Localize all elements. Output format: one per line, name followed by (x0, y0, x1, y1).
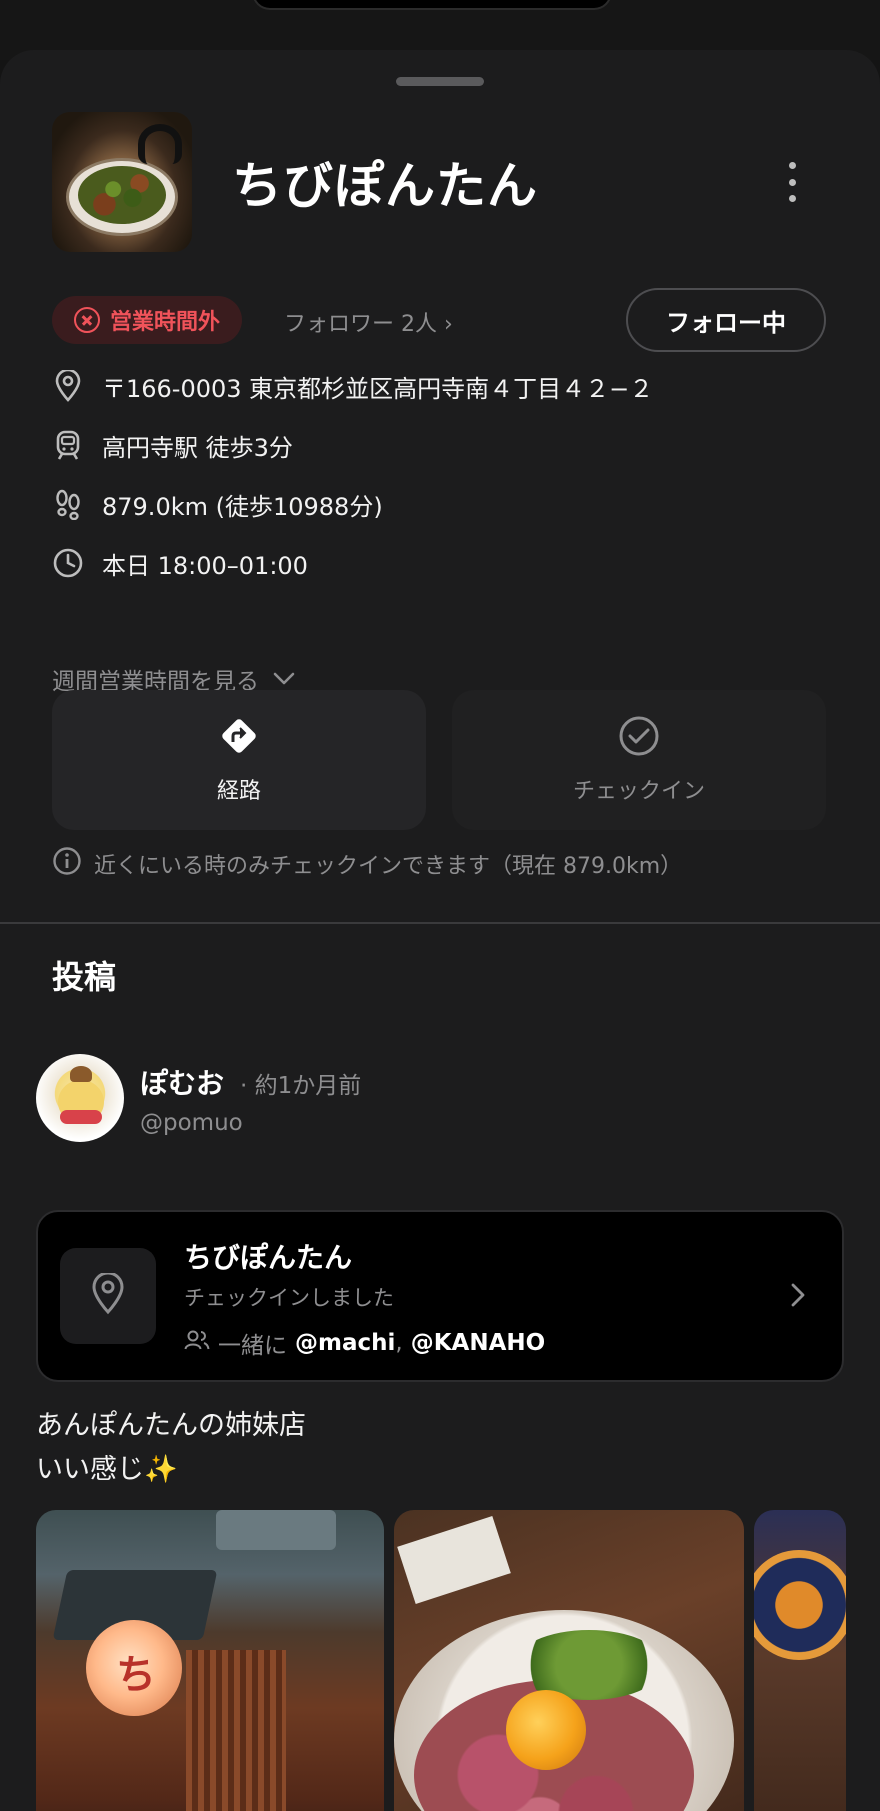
post-timestamp: · 約1か月前 (240, 1073, 362, 1099)
clock-icon (52, 547, 84, 579)
post-user-name[interactable]: ぽむお (140, 1062, 224, 1102)
follow-button[interactable]: フォロー中 (626, 288, 826, 352)
avatar-scarf (60, 1110, 102, 1124)
check-circle-icon (618, 715, 660, 761)
location-pin-icon (52, 370, 84, 402)
section-divider (0, 922, 880, 924)
hours-text: 本日 18:00–01:00 (102, 551, 308, 580)
posts-section-title: 投稿 (52, 958, 117, 996)
train-icon (52, 429, 84, 461)
photo-lantern: ち (86, 1620, 182, 1716)
store-thumbnail[interactable] (52, 112, 192, 252)
hours-row: 本日 18:00–01:00 (52, 543, 308, 583)
store-thumbnail-food (78, 166, 166, 224)
checkin-label: チェックイン (572, 779, 705, 804)
route-button[interactable]: 経路 (52, 690, 426, 830)
checkin-location-box (60, 1248, 156, 1344)
checkin-button[interactable]: チェックイン (452, 690, 826, 830)
post-text-line-2: いい感じ✨ (36, 1454, 178, 1485)
checkin-note: 近くにいる時のみチェックインできます（現在 879.0km） (52, 846, 682, 882)
address-row[interactable]: 〒166-0003 東京都杉並区高円寺南４丁目４２−２ (52, 366, 653, 406)
checkin-note-text: 近くにいる時のみチェックインできます（現在 879.0km） (94, 854, 683, 879)
checkin-card[interactable]: ちびぽんたん チェックインしました 一緒に @machi, @KANAHO (36, 1210, 844, 1382)
status-text: 営業時間外 (110, 310, 221, 335)
footsteps-icon (52, 488, 84, 520)
post-photo-1[interactable]: ち (36, 1510, 384, 1811)
store-thumbnail-headphone (138, 124, 182, 164)
device-notch (252, 0, 612, 10)
more-icon[interactable] (780, 162, 804, 202)
checkin-subtitle: チェックインしました (184, 1286, 394, 1310)
route-icon (218, 715, 260, 761)
chevron-right-icon (790, 1282, 806, 1312)
photo-paper (397, 1516, 511, 1604)
distance-row: 879.0km (徒歩10988分) (52, 484, 383, 524)
avatar-hat (70, 1066, 92, 1082)
station-row: 高円寺駅 徒歩3分 (52, 425, 293, 465)
photo-air-conditioner (216, 1510, 336, 1550)
route-label: 経路 (216, 779, 261, 804)
location-pin-icon (90, 1271, 126, 1319)
status-badge: 営業時間外 (52, 296, 243, 344)
info-icon (52, 846, 82, 882)
photo-greens (514, 1630, 664, 1700)
distance-text: 879.0km (徒歩10988分) (102, 492, 383, 521)
close-circle-icon (74, 307, 100, 333)
station-text: 高円寺駅 徒歩3分 (102, 433, 293, 462)
mention-kanaho[interactable]: @KANAHO (411, 1330, 545, 1356)
post-text-line-1: あんぽんたんの姉妹店 (36, 1410, 306, 1441)
avatar[interactable] (36, 1054, 124, 1142)
address-text: 〒166-0003 東京都杉並区高円寺南４丁目４２−２ (102, 374, 654, 403)
photo-door (186, 1650, 286, 1811)
chevron-down-icon (273, 666, 295, 692)
users-icon (184, 1329, 210, 1357)
mention-machi[interactable]: @machi, (295, 1330, 403, 1356)
post-photo-2[interactable] (394, 1510, 744, 1811)
post-photo-3[interactable] (754, 1510, 846, 1811)
post-text: あんぽんたんの姉妹店 いい感じ✨ (36, 1404, 306, 1492)
sheet-grabber[interactable] (396, 77, 484, 86)
photo-yolk (506, 1690, 586, 1770)
post-user-handle[interactable]: @pomuo (140, 1110, 243, 1136)
with-label: 一緒に (218, 1333, 287, 1359)
store-detail-sheet: ちびぽんたん 営業時間外 フォロワー 2人 › フォロー中 〒166-0003 … (0, 50, 880, 1811)
store-name: ちびぽんたん (232, 157, 538, 215)
checkin-place-name: ちびぽんたん (184, 1241, 353, 1274)
photo-plate (754, 1550, 846, 1660)
checkin-companions: 一緒に @machi, @KANAHO (184, 1326, 545, 1360)
followers-link[interactable]: フォロワー 2人 › (284, 306, 453, 338)
